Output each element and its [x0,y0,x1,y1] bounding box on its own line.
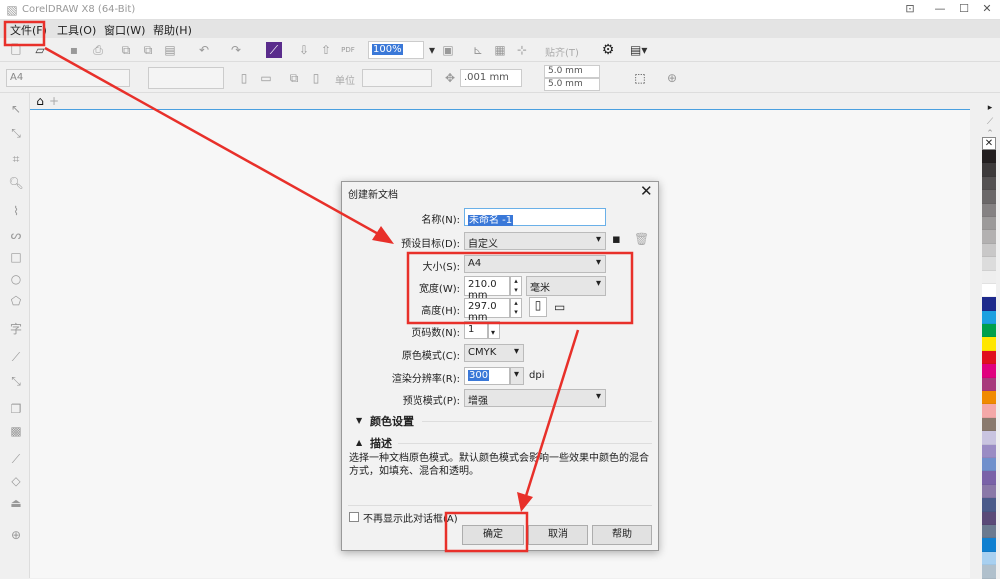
arrowhead [372,226,394,244]
highlight-box-page-size [406,251,634,325]
highlight-box-ok [444,511,529,553]
annotation-arrow [44,46,383,238]
annotation-overlay [3,20,634,553]
annotation-arrow [524,329,580,497]
arrowhead [517,492,533,512]
highlight-box-file-menu [3,20,46,47]
